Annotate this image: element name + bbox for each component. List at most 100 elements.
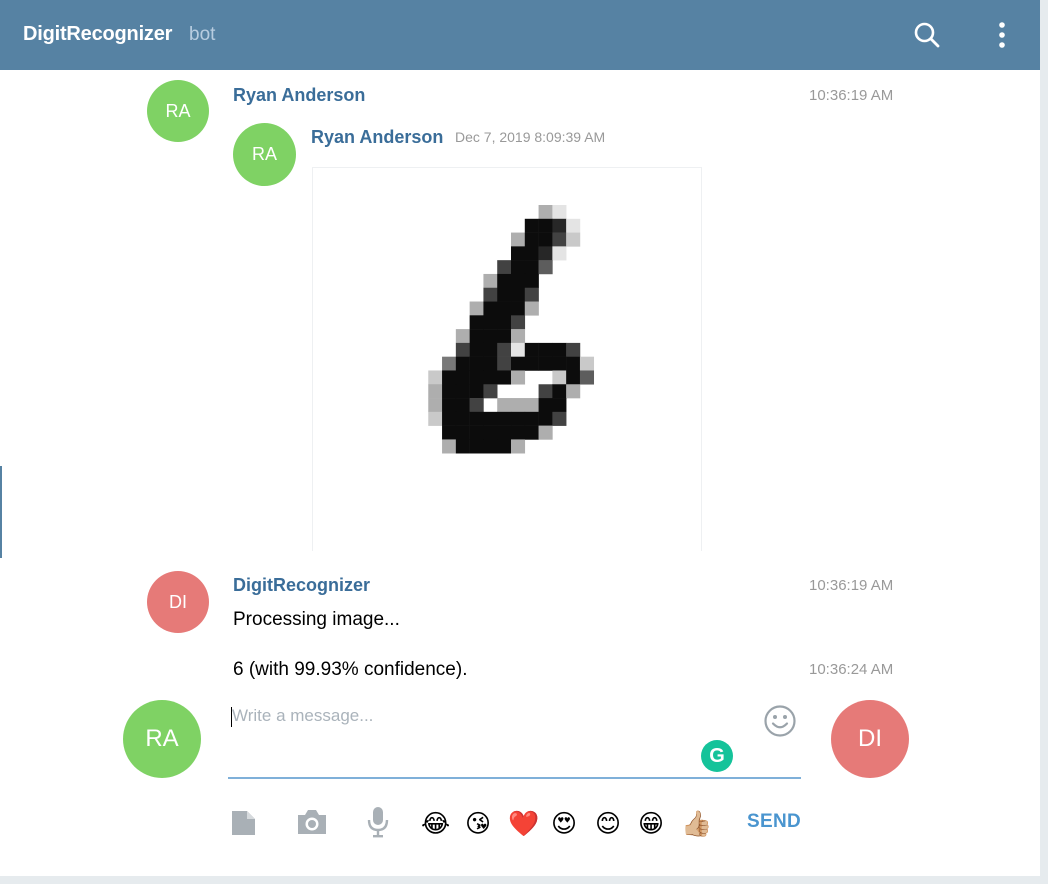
digit-pixel [566, 342, 581, 357]
digit-pixel [469, 301, 484, 316]
message-input[interactable]: Write a message... [232, 706, 373, 726]
digit-pixel [483, 439, 498, 454]
digit-pixel [552, 205, 567, 220]
avatar[interactable]: RA [147, 80, 209, 142]
digit-pixel [455, 425, 470, 440]
digit-pixel [579, 370, 595, 385]
digit-pixel [483, 411, 498, 426]
handwritten-digit-image [428, 205, 595, 454]
digit-pixel [538, 425, 553, 440]
digit-pixel [455, 329, 470, 344]
message-sender[interactable]: DigitRecognizer [233, 575, 370, 596]
digit-pixel [566, 370, 581, 385]
digit-pixel [538, 384, 553, 399]
digit-pixel [538, 246, 553, 261]
digit-pixel [469, 384, 484, 399]
digit-pixel [455, 370, 470, 385]
emoji-heart[interactable]: ❤️ [508, 809, 539, 839]
digit-pixel [497, 315, 512, 330]
digit-pixel [442, 356, 457, 371]
message-text: 6 (with 99.93% confidence). [233, 659, 468, 680]
digit-pixel [552, 342, 567, 357]
emoji-kiss[interactable]: 😘 [465, 809, 491, 839]
digit-pixel [483, 356, 498, 371]
digit-pixel [483, 342, 498, 357]
digit-pixel [524, 246, 539, 261]
digit-pixel [455, 356, 470, 371]
digit-pixel [511, 315, 526, 330]
forwarded-avatar[interactable]: RA [233, 123, 296, 186]
digit-pixel [428, 370, 443, 385]
emoji-joy[interactable]: 😂 [421, 809, 450, 839]
digit-pixel [497, 287, 512, 302]
digit-pixel [497, 411, 512, 426]
digit-pixel [483, 287, 498, 302]
forwarded-sender[interactable]: Ryan Anderson [311, 127, 443, 148]
digit-pixel [538, 218, 553, 233]
digit-pixel [511, 273, 526, 289]
emoji-picker-icon[interactable] [763, 704, 797, 738]
digit-pixel [566, 384, 581, 399]
send-button[interactable]: SEND [747, 811, 801, 833]
microphone-icon[interactable] [366, 806, 390, 838]
digit-pixel [511, 439, 526, 454]
digit-pixel [552, 246, 567, 261]
digit-pixel [483, 273, 498, 289]
digit-pixel [497, 439, 512, 454]
digit-pixel [442, 439, 457, 454]
digit-pixel [511, 411, 526, 426]
digit-pixel [511, 342, 526, 357]
digit-pixel [455, 384, 470, 399]
selection-marker [0, 466, 2, 558]
digit-pixel [511, 232, 526, 247]
digit-pixel [552, 370, 567, 385]
digit-pixel [442, 411, 457, 426]
digit-pixel [524, 356, 539, 371]
digit-pixel [552, 218, 567, 233]
window-edge [1040, 70, 1048, 884]
emoji-heart-eyes[interactable]: 😍 [551, 809, 577, 839]
search-icon[interactable] [913, 21, 941, 49]
digit-pixel [511, 356, 526, 371]
more-menu-icon[interactable] [990, 20, 1014, 50]
digit-pixel [552, 398, 567, 413]
digit-pixel [469, 411, 484, 426]
file-icon[interactable] [229, 809, 257, 837]
digit-pixel [428, 398, 443, 413]
message-sender[interactable]: Ryan Anderson [233, 85, 365, 106]
digit-pixel [538, 356, 553, 371]
chat-title[interactable]: DigitRecognizer [23, 23, 172, 46]
digit-pixel [483, 329, 498, 344]
digit-pixel [524, 218, 539, 233]
digit-pixel [497, 370, 512, 385]
input-underline [228, 777, 801, 779]
message-time: 10:36:19 AM [809, 87, 894, 104]
digit-pixel [511, 370, 526, 385]
emoji-blush[interactable]: 😊 [595, 809, 621, 839]
digit-pixel [497, 273, 512, 289]
peer-avatar[interactable]: DI [831, 700, 909, 778]
message-time: 10:36:19 AM [809, 577, 894, 594]
digit-pixel [566, 356, 581, 371]
digit-pixel [511, 398, 526, 413]
digit-pixel [524, 232, 539, 247]
digit-pixel [442, 384, 457, 399]
digit-image[interactable] [312, 167, 702, 551]
digit-pixel [552, 356, 567, 371]
digit-pixel [469, 425, 484, 440]
digit-pixel [524, 287, 539, 302]
digit-pixel [469, 370, 484, 385]
digit-pixel [469, 356, 484, 371]
digit-pixel [524, 273, 539, 289]
forwarded-date: Dec 7, 2019 8:09:39 AM [455, 129, 606, 145]
digit-pixel [552, 411, 567, 426]
digit-pixel [455, 398, 470, 413]
digit-pixel [511, 287, 526, 302]
emoji-thumbs-up[interactable]: 👍🏼 [681, 809, 712, 839]
camera-icon[interactable] [295, 807, 329, 837]
emoji-grin[interactable]: 😁 [638, 809, 664, 839]
grammarly-icon[interactable]: G [701, 740, 733, 772]
avatar[interactable]: DI [147, 571, 209, 633]
digit-pixel [538, 260, 553, 275]
my-avatar[interactable]: RA [123, 700, 201, 778]
